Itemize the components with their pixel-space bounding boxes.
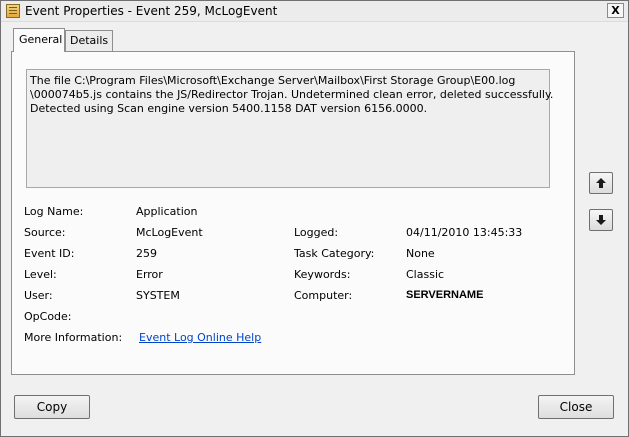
tab-general[interactable]: General (13, 28, 65, 52)
source-value: McLogEvent (136, 226, 203, 239)
close-button[interactable]: Close (538, 395, 614, 419)
event-id-value: 259 (136, 247, 157, 260)
event-properties-window: Event Properties - Event 259, McLogEvent… (0, 0, 629, 437)
computer-label: Computer: (294, 289, 353, 302)
keywords-value: Classic (406, 268, 445, 281)
arrow-up-icon (596, 178, 606, 188)
keywords-label: Keywords: (294, 268, 351, 281)
description-line: The file C:\Program Files\Microsoft\Exch… (30, 74, 516, 87)
next-event-button[interactable] (589, 209, 613, 231)
task-category-value: None (406, 247, 435, 260)
logged-label: Logged: (294, 226, 339, 239)
description-line: Detected using Scan engine version 5400.… (30, 102, 428, 115)
tab-details[interactable]: Details (65, 30, 113, 51)
more-information-label: More Information: (24, 331, 123, 344)
level-label: Level: (24, 268, 57, 281)
copy-button[interactable]: Copy (14, 395, 90, 419)
event-description[interactable]: The file C:\Program Files\Microsoft\Exch… (26, 69, 554, 188)
window-title: Event Properties - Event 259, McLogEvent (25, 4, 278, 18)
general-panel: The file C:\Program Files\Microsoft\Exch… (11, 51, 575, 375)
level-value: Error (136, 268, 163, 281)
log-name-label: Log Name: (24, 205, 84, 218)
description-line: \000074b5.js contains the JS/Redirector … (30, 88, 554, 101)
task-category-label: Task Category: (294, 247, 375, 260)
user-label: User: (24, 289, 53, 302)
event-log-online-help-link[interactable]: Event Log Online Help (139, 331, 261, 344)
close-window-button[interactable]: X (607, 3, 624, 18)
source-label: Source: (24, 226, 66, 239)
title-bar: Event Properties - Event 259, McLogEvent… (1, 1, 628, 22)
opcode-label: OpCode: (24, 310, 72, 323)
log-name-value: Application (136, 205, 198, 218)
event-viewer-icon (6, 4, 20, 18)
computer-value: SERVERNAME (406, 289, 484, 301)
event-id-label: Event ID: (24, 247, 75, 260)
logged-value: 04/11/2010 13:45:33 (406, 226, 523, 239)
arrow-down-icon (596, 215, 606, 225)
previous-event-button[interactable] (589, 172, 613, 194)
user-value: SYSTEM (136, 289, 180, 302)
